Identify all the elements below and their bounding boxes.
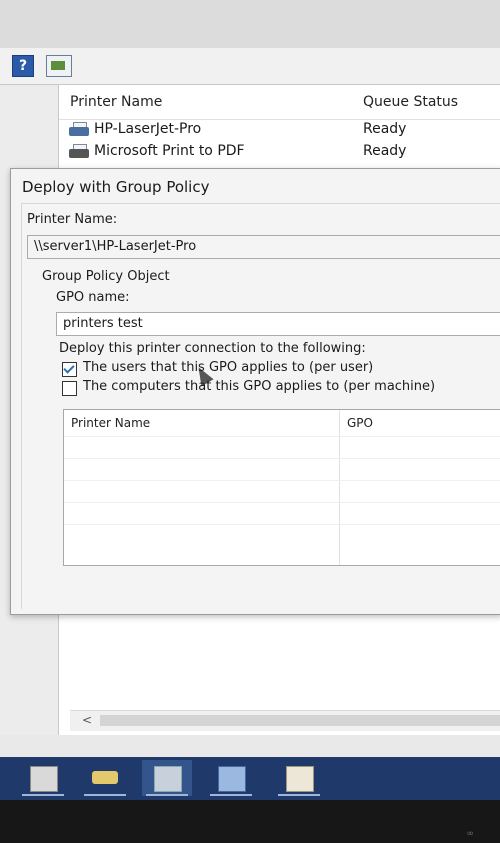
tools-icon [154,766,182,792]
horizontal-scrollbar[interactable]: < [70,710,500,731]
drive-icon [92,771,118,784]
taskbar-tools[interactable] [142,760,192,796]
dialog-body: Printer Name: \\server1\HP-LaserJet-Pro … [21,203,500,609]
scroll-left-arrow[interactable]: < [82,713,92,727]
taskbar [0,757,500,800]
server-manager-icon [30,766,58,792]
network-printer-icon [69,122,89,138]
bezel-logo-icon: ∞ [466,829,475,839]
deploy-gpo-dialog: Deploy with Group Policy Printer Name: \… [10,168,500,615]
per-machine-label[interactable]: The computers that this GPO applies to (… [83,379,435,394]
monitor-bezel: ∞ [0,800,500,843]
per-user-checkbox[interactable] [62,362,77,377]
taskbar-server[interactable] [206,760,256,796]
deploy-target-label: Deploy this printer connection to the fo… [59,341,366,356]
column-queue-status[interactable]: Queue Status [363,94,458,110]
grid-column-divider [339,410,340,565]
dialog-title: Deploy with Group Policy [22,178,210,196]
printer-icon [69,144,89,160]
column-printer-name[interactable]: Printer Name [70,94,162,110]
grid-row-line [64,502,500,503]
grid-column-gpo[interactable]: GPO [347,416,373,430]
scrollbar-thumb[interactable] [100,715,500,726]
grid-column-printer-name[interactable]: Printer Name [71,416,150,430]
printer-name-field: \\server1\HP-LaserJet-Pro [27,235,500,259]
gpo-name-label: GPO name: [56,290,130,305]
toolbar: ? [0,48,500,85]
per-machine-checkbox[interactable] [62,381,77,396]
printer-status: Ready [363,143,407,159]
printer-name-label: Printer Name: [27,212,118,227]
screen: ? Printer Name Queue Status HP-LaserJet-… [0,0,500,800]
printer-status: Ready [363,121,407,137]
deployed-printers-grid[interactable]: Printer Name GPO [63,409,500,566]
taskbar-document[interactable] [274,760,324,796]
printer-name: HP-LaserJet-Pro [94,121,202,137]
per-user-label[interactable]: The users that this GPO applies to (per … [83,360,373,375]
printer-list-header: Printer Name Queue Status [59,85,500,120]
help-icon[interactable]: ? [12,55,34,77]
taskbar-drive[interactable] [80,760,130,796]
grid-row-line [64,480,500,481]
console-view-icon[interactable] [46,55,72,77]
printer-row[interactable]: HP-LaserJet-Pro Ready [59,119,500,141]
grid-row-line [64,458,500,459]
title-strip [0,0,500,49]
server-icon [218,766,246,792]
taskbar-server-manager[interactable] [18,760,68,796]
gpo-name-input[interactable]: printers test [56,312,500,336]
gpo-group-label: Group Policy Object [42,269,170,284]
grid-row-line [64,436,500,437]
printer-name: Microsoft Print to PDF [94,143,245,159]
printer-row[interactable]: Microsoft Print to PDF Ready [59,141,500,163]
grid-row-line [64,524,500,525]
document-icon [286,766,314,792]
